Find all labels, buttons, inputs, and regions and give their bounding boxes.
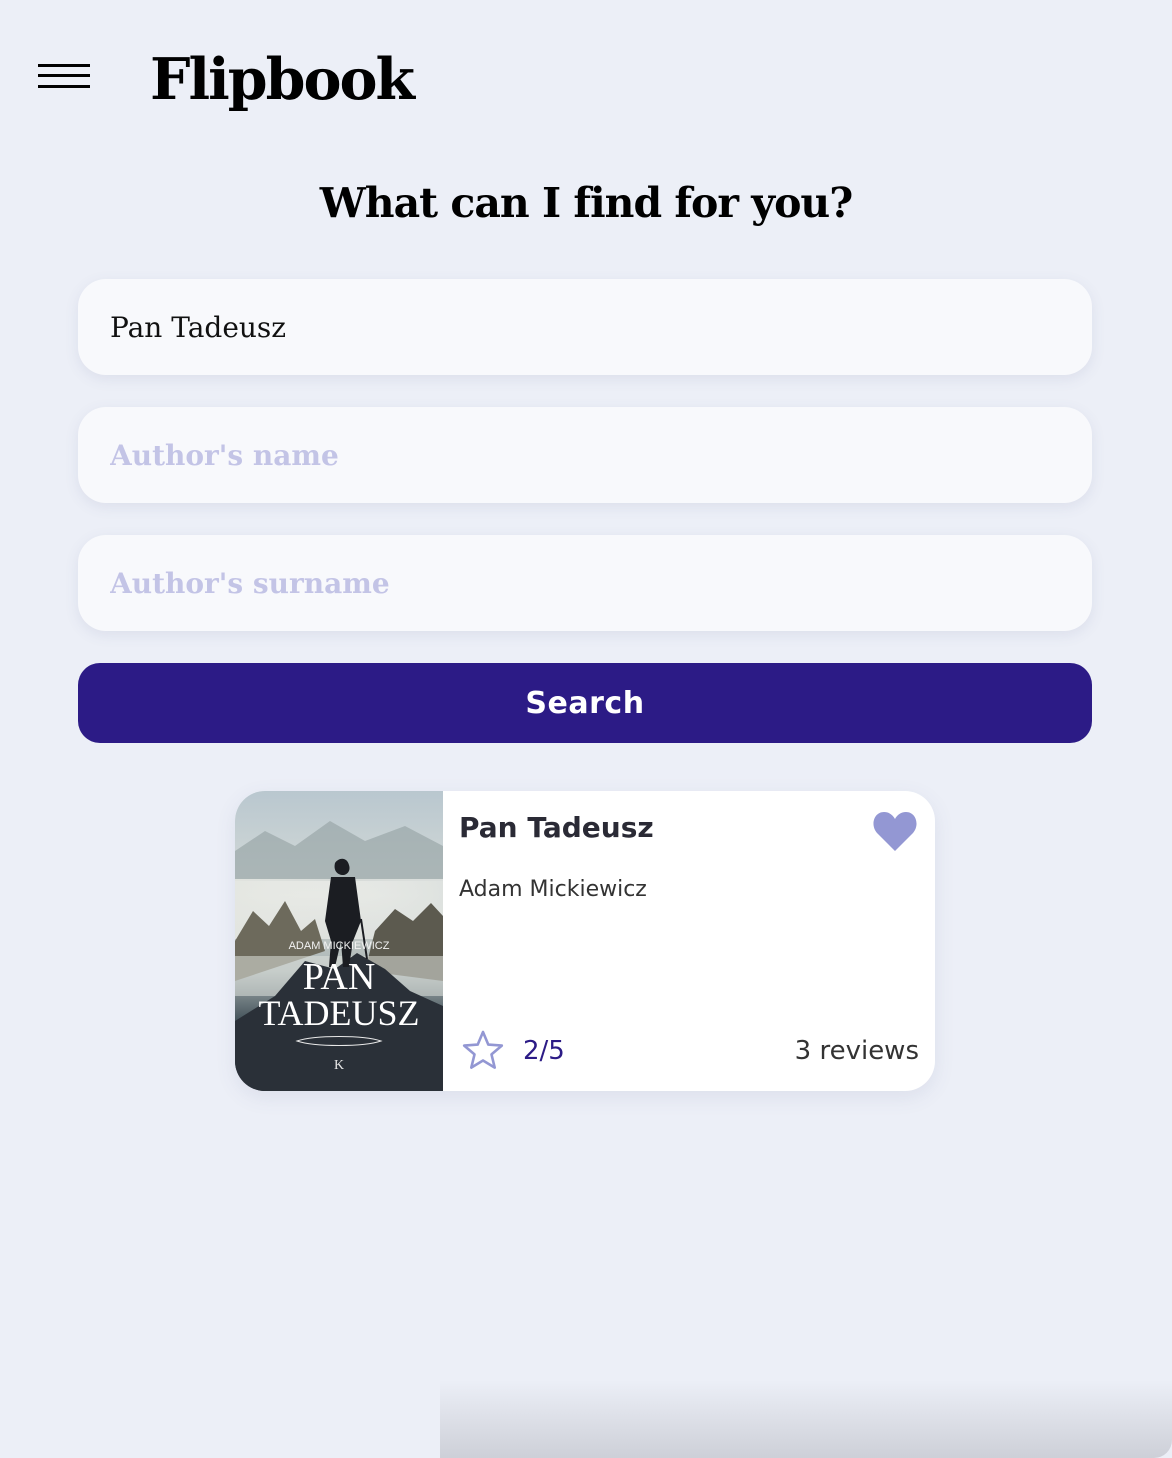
menu-bar [38, 64, 90, 67]
cover-title-line1: PAN [303, 956, 376, 998]
book-author: Adam Mickiewicz [459, 877, 647, 902]
review-count: 3 reviews [794, 1036, 919, 1066]
star-icon [461, 1029, 505, 1071]
app-title: Flipbook [150, 46, 415, 113]
author-surname-input[interactable] [78, 535, 1092, 631]
menu-bar [38, 85, 90, 88]
book-title-input[interactable] [78, 279, 1092, 375]
heart-icon[interactable] [871, 809, 919, 853]
book-cover-image: ADAM MICKIEWICZ PAN TADEUSZ K [235, 791, 443, 1091]
hamburger-menu-icon[interactable] [38, 62, 90, 94]
search-heading: What can I find for you? [319, 179, 854, 227]
author-name-input[interactable] [78, 407, 1092, 503]
menu-bar [38, 74, 90, 77]
cover-author-text: ADAM MICKIEWICZ [289, 940, 390, 952]
app-header: Flipbook [0, 0, 1172, 160]
window-edge-shadow [440, 1380, 1172, 1458]
search-button[interactable]: Search [78, 663, 1092, 743]
cover-publisher-mark: K [334, 1058, 344, 1073]
book-rating: 2/5 [523, 1036, 565, 1066]
book-result-card[interactable]: ADAM MICKIEWICZ PAN TADEUSZ K Pan Tadeus… [235, 791, 935, 1091]
book-title: Pan Tadeusz [459, 811, 654, 844]
cover-title-line2: TADEUSZ [258, 993, 419, 1033]
